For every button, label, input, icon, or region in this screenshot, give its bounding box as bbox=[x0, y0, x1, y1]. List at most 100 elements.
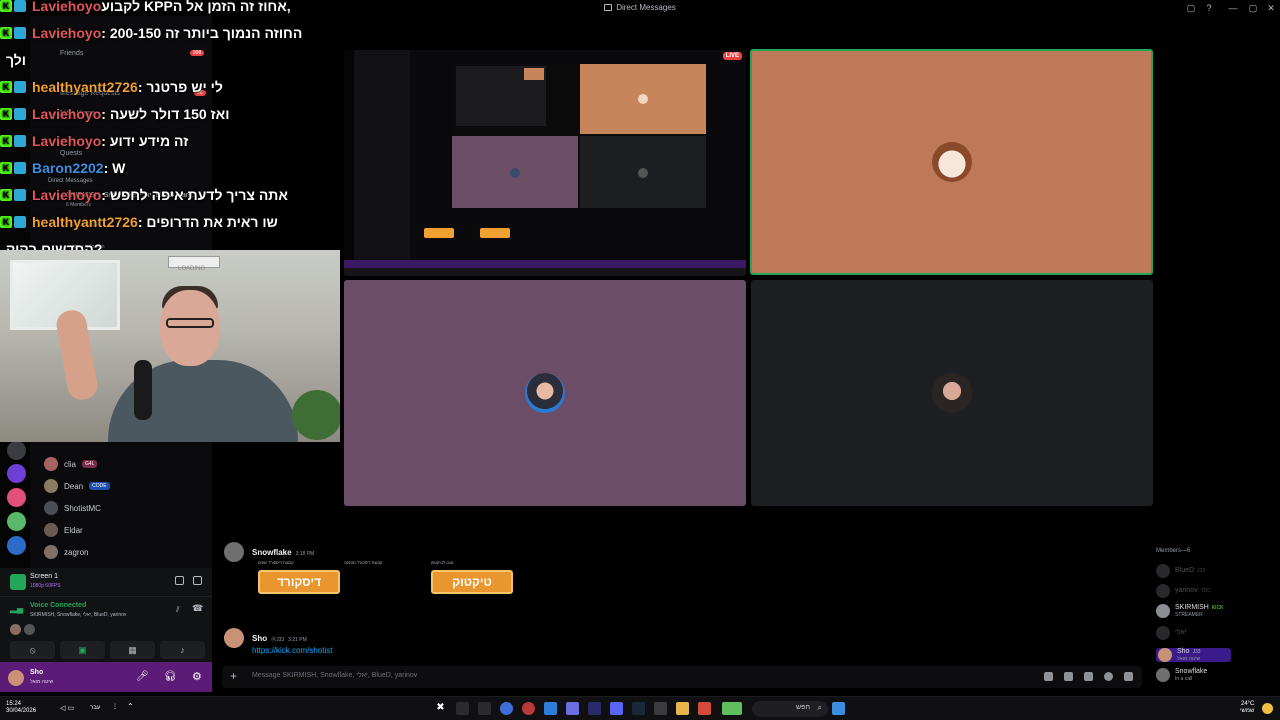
mic-icon[interactable]: 🎤︎ bbox=[136, 671, 149, 682]
app-icon[interactable] bbox=[478, 702, 491, 715]
activities-button[interactable]: ▦ bbox=[110, 641, 155, 659]
headphones-icon[interactable]: 🎧︎ bbox=[164, 671, 177, 682]
chat-username[interactable]: Baron2202 bbox=[32, 160, 104, 176]
emoji-icon[interactable] bbox=[1104, 672, 1113, 681]
chat-username[interactable]: Laviehoyo bbox=[32, 25, 101, 41]
server-icon[interactable] bbox=[7, 464, 26, 483]
app-icon[interactable] bbox=[654, 702, 667, 715]
author-avatar[interactable] bbox=[224, 542, 244, 562]
voice-tile-speaking[interactable] bbox=[750, 49, 1153, 275]
chat-username[interactable]: healthyantt2726 bbox=[32, 79, 138, 95]
avatar bbox=[44, 523, 58, 537]
member-name: יאלי bbox=[1175, 629, 1187, 637]
user-avatar[interactable] bbox=[8, 670, 24, 686]
clock-time: 15:24 bbox=[6, 701, 22, 707]
dm-name: Dean bbox=[64, 481, 84, 491]
app-icon[interactable] bbox=[566, 702, 579, 715]
attach-plus-icon[interactable]: + bbox=[230, 669, 237, 683]
subscriber-badge-icon bbox=[14, 162, 26, 174]
dm-list-item[interactable]: zagron bbox=[44, 544, 88, 560]
minimize-button[interactable]: — bbox=[1226, 2, 1240, 14]
maximize-button[interactable]: ▢ bbox=[1246, 2, 1260, 14]
windows-start-icon[interactable] bbox=[832, 702, 845, 715]
chat-username[interactable]: Laviehoyo bbox=[32, 133, 101, 149]
member-item[interactable]: SKIRMISH KICK STREAMER bbox=[1156, 604, 1224, 618]
share-screen-button[interactable]: ▣ bbox=[60, 641, 105, 659]
app-icon[interactable] bbox=[456, 702, 469, 715]
message-input[interactable]: + Message SKIRMISH, Snowflake, יאלי, Blu… bbox=[222, 666, 1142, 688]
chat-line: K Laviehoyo לקבוע KPPאחוז זה הזמן אל ה, bbox=[0, 0, 291, 17]
app-icon[interactable] bbox=[500, 702, 513, 715]
member-item[interactable]: yarinov TDC bbox=[1156, 584, 1211, 598]
dm-list-item[interactable]: ShotistMC bbox=[44, 500, 101, 516]
close-button[interactable]: ✕ bbox=[1264, 2, 1278, 14]
camera-button[interactable]: ⦸ bbox=[10, 641, 55, 659]
signal-icon[interactable]: ▂▄ bbox=[10, 603, 23, 613]
voice-tile[interactable] bbox=[751, 280, 1153, 506]
kick-badge-icon: K bbox=[0, 108, 12, 120]
message-link[interactable]: https://kick.com/shotist bbox=[252, 646, 332, 655]
discord-taskbar-icon[interactable] bbox=[610, 702, 623, 715]
sticker-icon[interactable] bbox=[1084, 672, 1093, 681]
member-item[interactable]: Sho J33 שיטה מואל bbox=[1156, 648, 1231, 662]
stop-stream-icon[interactable] bbox=[193, 576, 202, 585]
app-icon[interactable]: ✖ bbox=[434, 702, 447, 715]
weather[interactable]: 24°C שמשי bbox=[1240, 701, 1254, 715]
screen-share-tile[interactable]: LIVE bbox=[344, 50, 746, 276]
member-name-text: BlueD bbox=[1175, 567, 1195, 574]
dm-list-item[interactable]: clia G4L bbox=[44, 456, 98, 472]
member-item[interactable]: Snowflake In a call bbox=[1156, 668, 1207, 682]
app-icon[interactable] bbox=[588, 702, 601, 715]
kick-badge-icon: K bbox=[0, 189, 12, 201]
chat-message: : ואז 150 דולר לשעה bbox=[101, 106, 230, 122]
author-name[interactable]: Sho bbox=[252, 634, 267, 643]
voice-status[interactable]: Voice Connected bbox=[30, 602, 86, 609]
dm-list-item[interactable]: Eldar bbox=[44, 522, 83, 538]
server-icon[interactable] bbox=[7, 488, 26, 507]
chat-username[interactable]: Laviehoyo bbox=[32, 0, 101, 14]
discord-embed-button[interactable]: דיסקורד bbox=[258, 570, 340, 594]
message: Snowflake 3:18 PM bbox=[224, 542, 314, 562]
settings-gear-icon[interactable]: ⚙ bbox=[192, 670, 202, 683]
language-indicator[interactable]: עבר bbox=[90, 705, 100, 712]
server-icon[interactable] bbox=[7, 441, 26, 460]
member-item[interactable]: BlueD J33 bbox=[1156, 564, 1205, 578]
noise-icon[interactable]: ⫽ bbox=[176, 605, 180, 615]
author-avatar[interactable] bbox=[224, 628, 244, 648]
chat-username[interactable]: Laviehoyo bbox=[32, 187, 101, 203]
app-icon[interactable] bbox=[544, 702, 557, 715]
soundboard-button[interactable]: ♪ bbox=[160, 641, 205, 659]
gif-icon[interactable] bbox=[1064, 672, 1073, 681]
folder-icon[interactable] bbox=[676, 702, 689, 715]
taskbar-search[interactable]: חפש ⌕ bbox=[752, 701, 828, 717]
plant bbox=[292, 390, 340, 440]
popout-icon[interactable] bbox=[175, 576, 184, 585]
chat-username[interactable]: healthyantt2726 bbox=[32, 214, 138, 230]
disconnect-icon[interactable]: ☎ bbox=[192, 603, 203, 614]
member-name-text: Sho bbox=[1177, 648, 1190, 655]
chevron-up-icon[interactable]: ⌃ bbox=[127, 703, 134, 711]
help-button[interactable]: ? bbox=[1202, 2, 1216, 14]
mic-tray-icon[interactable]: ⋮ bbox=[112, 704, 118, 711]
chat-username[interactable]: Laviehoyo bbox=[32, 106, 101, 122]
voice-tile[interactable] bbox=[344, 280, 746, 506]
app-icon[interactable] bbox=[632, 702, 645, 715]
message: Sho ⓇJ33 3:21 PM https://kick.com/shotist bbox=[224, 628, 332, 655]
user-name[interactable]: Sho bbox=[30, 669, 43, 676]
apps-icon[interactable] bbox=[1124, 672, 1133, 681]
app-icon[interactable] bbox=[722, 702, 742, 715]
dm-list-item[interactable]: Dean CODE bbox=[44, 478, 110, 494]
tray-icons[interactable]: ◁ ▭ bbox=[60, 705, 74, 712]
chat-message: : זה מידע ידוע bbox=[101, 133, 189, 149]
app-icon[interactable] bbox=[522, 702, 535, 715]
author-name[interactable]: Snowflake bbox=[252, 548, 292, 557]
inbox-button[interactable]: ▢ bbox=[1184, 2, 1198, 14]
server-icon[interactable] bbox=[7, 536, 26, 555]
gift-icon[interactable] bbox=[1044, 672, 1053, 681]
message-input-placeholder[interactable]: Message SKIRMISH, Snowflake, יאלי, BlueD… bbox=[252, 672, 417, 679]
member-item[interactable]: יאלי bbox=[1156, 626, 1187, 640]
server-icon[interactable] bbox=[7, 512, 26, 531]
tiktok-embed-button[interactable]: טיקטוק bbox=[431, 570, 513, 594]
user-status: שיטה מואל bbox=[30, 679, 54, 685]
app-icon[interactable] bbox=[698, 702, 711, 715]
